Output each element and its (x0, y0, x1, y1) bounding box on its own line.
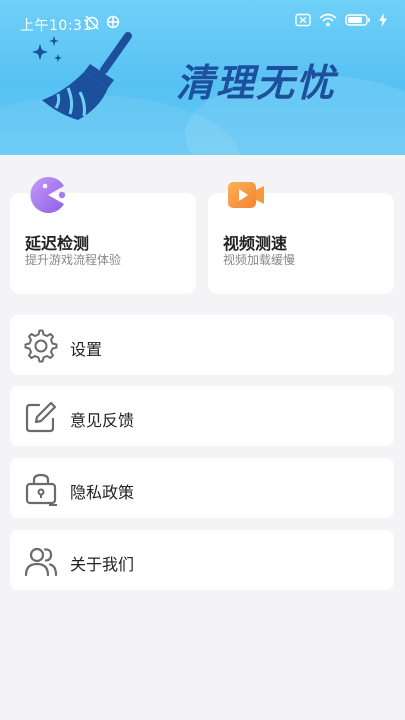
menu-label: 隐私政策 (70, 483, 135, 502)
vpn-icon (106, 15, 120, 29)
wifi-icon (319, 13, 337, 27)
battery-icon (345, 14, 370, 26)
pacman-icon (30, 177, 66, 213)
menu-item-feedback[interactable]: 意见反馈 (10, 386, 394, 446)
menu-label: 关于我们 (70, 555, 135, 574)
alarm-off-icon (85, 15, 99, 30)
menu-item-about[interactable]: 关于我们 (10, 530, 394, 590)
broom-logo-icon (32, 32, 132, 120)
sim-off-icon (295, 13, 311, 27)
menu-label: 意见反馈 (70, 411, 135, 430)
header-banner: 上午10:31 清理无忧 (0, 0, 405, 155)
menu-item-privacy[interactable]: 隐私政策 (10, 458, 394, 518)
edit-icon (25, 401, 57, 433)
gear-icon (24, 329, 58, 363)
feature-subtitle: 提升游戏流程体验 (25, 253, 122, 267)
feature-subtitle: 视频加载缓慢 (223, 253, 296, 267)
lock-icon (25, 473, 57, 506)
users-icon (24, 547, 58, 577)
charging-icon (379, 13, 387, 27)
brand-title: 清理无忧 (176, 61, 337, 105)
menu-item-settings[interactable]: 设置 (10, 315, 394, 375)
video-play-icon (228, 182, 264, 208)
video-speed-card[interactable]: 视频测速 视频加载缓慢 (208, 182, 394, 294)
latency-test-card[interactable]: 延迟检测 提升游戏流程体验 (10, 177, 196, 294)
menu-label: 设置 (70, 340, 103, 359)
